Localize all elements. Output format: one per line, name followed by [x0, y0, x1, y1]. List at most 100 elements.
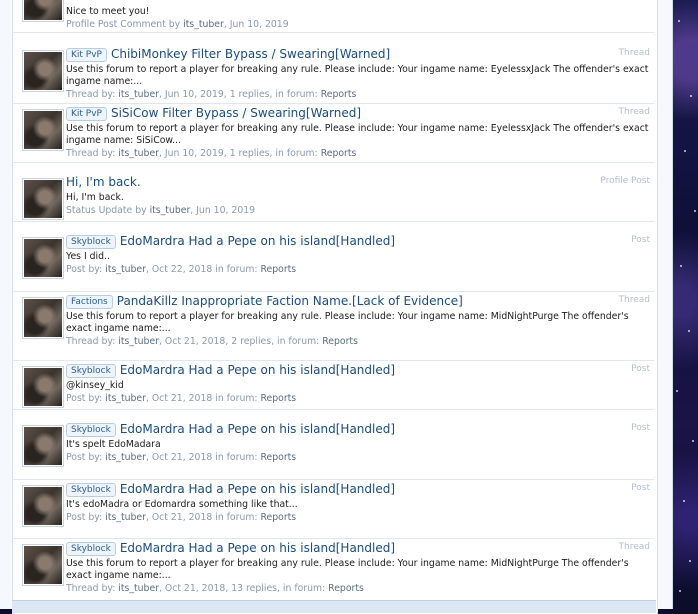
result-snippet: Use this forum to report a player for br… — [66, 558, 629, 581]
star — [676, 390, 678, 392]
thread-prefix-badge[interactable]: Skyblock — [66, 542, 116, 556]
star — [683, 500, 685, 502]
author-username-link[interactable]: its_tuber — [150, 205, 191, 216]
forum-link[interactable]: Reports — [260, 512, 296, 523]
avatar-image — [24, 52, 62, 90]
result-content: Skyblock EdoMardra Had a Pepe on his isla… — [66, 422, 650, 464]
thread-prefix-badge[interactable]: Skyblock — [66, 483, 116, 497]
result-title-link[interactable]: EdoMardra Had a Pepe on his island[Handl… — [120, 541, 395, 555]
content-panel: Nice to meet you! Profile Post Comment by… — [0, 0, 673, 614]
star — [684, 150, 686, 152]
user-avatar[interactable] — [22, 366, 64, 408]
avatar-image — [24, 111, 62, 149]
avatar-image — [24, 487, 62, 525]
avatar-image — [24, 427, 62, 465]
author-username-link[interactable]: its_tuber — [183, 19, 224, 30]
pagination-bar — [12, 600, 656, 613]
thread-prefix-badge[interactable]: Skyblock — [66, 423, 116, 437]
user-avatar[interactable] — [22, 237, 64, 279]
result-meta: Thread by: its_tuber, Oct 21, 2018, 2 re… — [66, 336, 650, 348]
result-meta: Thread by: its_tuber, Jun 10, 2019, 1 re… — [66, 148, 650, 160]
user-avatar[interactable] — [22, 544, 64, 586]
search-result-item: Skyblock EdoMardra Had a Pepe on his isla… — [12, 360, 654, 410]
forum-link[interactable]: Reports — [322, 336, 358, 347]
result-content: Skyblock EdoMardra Had a Pepe on his isla… — [66, 482, 650, 524]
result-snippet: It's edoMadra or Edomardra something lik… — [66, 499, 298, 510]
reply-count: 2 replies, in forum: — [231, 336, 323, 347]
reply-count: 1 replies, in forum: — [229, 148, 321, 159]
result-title-link[interactable]: PandaKillz Inappropriate Faction Name.[L… — [117, 294, 463, 308]
result-title-link[interactable]: Hi, I'm back. — [66, 175, 141, 189]
result-title-link[interactable]: SiSiCow Filter Bypass / Swearing[Warned] — [111, 106, 361, 120]
result-title-row: Skyblock EdoMardra Had a Pepe on his isla… — [66, 234, 650, 249]
result-title-row: Skyblock EdoMardra Had a Pepe on his isla… — [66, 482, 650, 497]
result-title-link[interactable]: EdoMardra Had a Pepe on his island[Handl… — [120, 234, 395, 248]
meta-type-label: Profile Post Comment by — [66, 19, 184, 30]
result-title-link[interactable]: EdoMardra Had a Pepe on his island[Handl… — [120, 422, 395, 436]
user-avatar[interactable] — [22, 425, 64, 467]
result-title-row: Factions PandaKillz Inappropriate Faction… — [66, 294, 650, 309]
result-content: Kit PvP SiSiCow Filter Bypass / Swearing[… — [66, 106, 650, 160]
user-avatar[interactable] — [22, 178, 64, 220]
meta-type-label: Thread by: — [66, 336, 119, 347]
result-snippet: Use this forum to report a player for br… — [66, 64, 649, 87]
author-username-link[interactable]: its_tuber — [105, 452, 146, 463]
star — [688, 330, 690, 332]
result-snippet: Use this forum to report a player for br… — [66, 123, 649, 146]
result-content: Hi, I'm back. Hi, I'm back. Status Update … — [66, 175, 650, 217]
search-result-item: Nice to meet you! Profile Post Comment by… — [12, 0, 654, 33]
content-type-label: Post — [631, 423, 650, 433]
result-snippet: Hi, I'm back. — [66, 192, 124, 203]
author-username-link[interactable]: its_tuber — [118, 148, 159, 159]
author-username-link[interactable]: its_tuber — [105, 264, 146, 275]
star — [692, 440, 694, 442]
result-meta: Thread by: its_tuber, Jun 10, 2019, 1 re… — [66, 89, 650, 101]
forum-link[interactable]: Reports — [321, 148, 357, 159]
user-avatar[interactable] — [22, 297, 64, 339]
meta-type-label: Post by: — [66, 264, 106, 275]
user-avatar[interactable] — [22, 50, 64, 92]
author-username-link[interactable]: its_tuber — [105, 512, 146, 523]
forum-link[interactable]: Reports — [260, 393, 296, 404]
result-content: Nice to meet you! Profile Post Comment by… — [66, 4, 650, 31]
avatar-image — [24, 180, 62, 218]
meta-type-label: Post by: — [66, 393, 106, 404]
result-date: , Oct 21, 2018 in forum: — [145, 512, 261, 523]
forum-link[interactable]: Reports — [328, 583, 364, 594]
result-title-row: Skyblock EdoMardra Had a Pepe on his isla… — [66, 541, 650, 556]
result-title-link[interactable]: ChibiMonkey Filter Bypass / Swearing[War… — [111, 47, 390, 61]
meta-type-label: Post by: — [66, 452, 106, 463]
forum-link[interactable]: Reports — [321, 89, 357, 100]
avatar-image — [24, 546, 62, 584]
result-meta: Thread by: its_tuber, Oct 21, 2018, 13 r… — [66, 583, 650, 595]
result-title-link[interactable]: EdoMardra Had a Pepe on his island[Handl… — [120, 363, 395, 377]
thread-prefix-badge[interactable]: Kit PvP — [66, 48, 107, 62]
forum-link[interactable]: Reports — [260, 264, 296, 275]
thread-prefix-badge[interactable]: Factions — [66, 295, 113, 309]
search-result-item: Kit PvP SiSiCow Filter Bypass / Swearing[… — [12, 103, 654, 163]
meta-type-label: Status Update by — [66, 205, 150, 216]
user-avatar[interactable] — [22, 0, 64, 22]
search-result-item: Skyblock EdoMardra Had a Pepe on his isla… — [12, 231, 654, 292]
result-date: , Oct 21, 2018 in forum: — [145, 452, 261, 463]
result-meta: Post by: its_tuber, Oct 21, 2018 in foru… — [66, 512, 650, 524]
author-username-link[interactable]: its_tuber — [118, 583, 159, 594]
author-username-link[interactable]: its_tuber — [118, 89, 159, 100]
result-meta: Post by: its_tuber, Oct 21, 2018 in foru… — [66, 393, 650, 405]
user-avatar[interactable] — [22, 109, 64, 151]
thread-prefix-badge[interactable]: Skyblock — [66, 235, 116, 249]
result-meta: Post by: its_tuber, Oct 21, 2018 in foru… — [66, 452, 650, 464]
result-title-link[interactable]: EdoMardra Had a Pepe on his island[Handl… — [120, 482, 395, 496]
result-date: , Jun 10, 2019, — [158, 148, 230, 159]
star — [678, 20, 680, 22]
author-username-link[interactable]: its_tuber — [105, 393, 146, 404]
result-snippet: @kinsey_kid — [66, 380, 124, 391]
author-username-link[interactable]: its_tuber — [118, 336, 159, 347]
thread-prefix-badge[interactable]: Kit PvP — [66, 107, 107, 121]
user-avatar[interactable] — [22, 485, 64, 527]
thread-prefix-badge[interactable]: Skyblock — [66, 364, 116, 378]
search-result-item: Skyblock EdoMardra Had a Pepe on his isla… — [12, 538, 654, 601]
forum-link[interactable]: Reports — [260, 452, 296, 463]
result-snippet: Nice to meet you! — [66, 6, 150, 17]
result-date: , Oct 21, 2018 in forum: — [145, 393, 261, 404]
